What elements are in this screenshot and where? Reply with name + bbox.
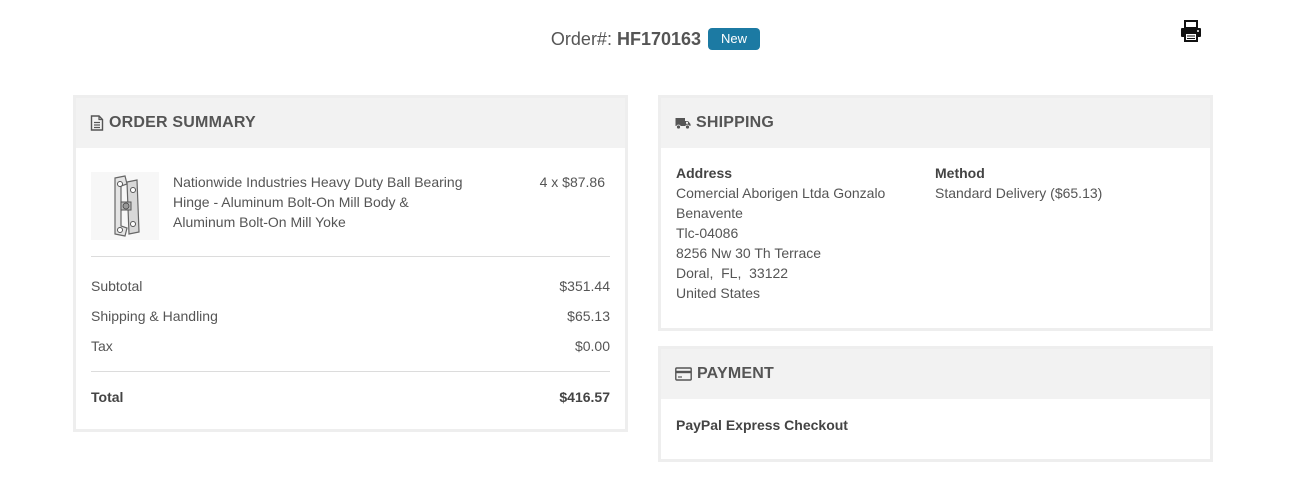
status-badge: New — [708, 28, 761, 50]
tax-value: $0.00 — [574, 338, 610, 354]
address-line: United States — [676, 285, 761, 301]
address-line: Comercial Aborigen Ltda Gonzalo — [676, 185, 886, 201]
shipping-handling-value: $65.13 — [567, 308, 610, 324]
product-name[interactable]: Nationwide Industries Heavy Duty Ball Be… — [173, 172, 473, 232]
order-item-row: Nationwide Industries Heavy Duty Ball Be… — [91, 148, 610, 257]
print-button[interactable] — [1178, 18, 1204, 44]
subtotal-value: $351.44 — [559, 278, 610, 294]
order-header: Order#: HF170163 New — [0, 26, 1311, 52]
tax-label: Tax — [91, 338, 113, 354]
document-icon — [90, 115, 104, 131]
method-value: Standard Delivery ($65.13) — [935, 185, 1103, 201]
subtotal-row: Subtotal $351.44 — [91, 276, 610, 306]
address-line: Tlc-04086 — [676, 225, 739, 241]
total-value: $416.57 — [559, 389, 610, 405]
shipping-panel: SHIPPING Address Comercial Aborigen Ltda… — [658, 95, 1213, 331]
order-summary-panel: ORDER SUMMARY Nationwide Industries Heav… — [73, 95, 628, 432]
hinge-product-image — [91, 172, 159, 240]
subtotal-label: Subtotal — [91, 278, 143, 294]
order-number: HF170163 — [616, 29, 702, 49]
shipping-method: Method Standard Delivery ($65.13) — [935, 163, 1195, 303]
credit-card-icon — [675, 367, 692, 381]
address-title: Address — [676, 165, 733, 181]
truck-icon — [675, 118, 691, 130]
payment-heading: PAYMENT — [661, 349, 1210, 399]
shipping-heading: SHIPPING — [661, 98, 1210, 148]
shipping-address: Address Comercial Aborigen Ltda Gonzalo … — [676, 163, 935, 303]
address-line: Benavente — [676, 205, 743, 221]
shipping-title: SHIPPING — [696, 114, 775, 131]
product-thumbnail[interactable] — [91, 172, 159, 240]
payment-title: PAYMENT — [697, 365, 774, 382]
total-label: Total — [91, 389, 124, 405]
order-detail-page: Order#: HF170163 New ORDER SUMMARY Natio… — [0, 0, 1311, 498]
totals-section: Subtotal $351.44 Shipping & Handling $65… — [91, 257, 610, 407]
order-summary-heading: ORDER SUMMARY — [76, 98, 625, 148]
payment-panel: PAYMENT PayPal Express Checkout — [658, 346, 1213, 462]
address-line: 8256 Nw 30 Th Terrace — [676, 245, 822, 261]
shipping-handling-label: Shipping & Handling — [91, 308, 218, 324]
item-quantity-price: 4 x $87.86 — [539, 174, 605, 190]
tax-row: Tax $0.00 — [91, 336, 610, 366]
address-line: Doral, FL, 33122 — [676, 265, 789, 281]
order-summary-title: ORDER SUMMARY — [109, 114, 256, 131]
printer-icon — [1181, 20, 1201, 42]
method-title: Method — [935, 165, 985, 181]
order-label: Order#: — [550, 29, 612, 49]
grand-total-row: Total $416.57 — [91, 371, 610, 407]
payment-method: PayPal Express Checkout — [676, 417, 848, 433]
shipping-handling-row: Shipping & Handling $65.13 — [91, 306, 610, 336]
